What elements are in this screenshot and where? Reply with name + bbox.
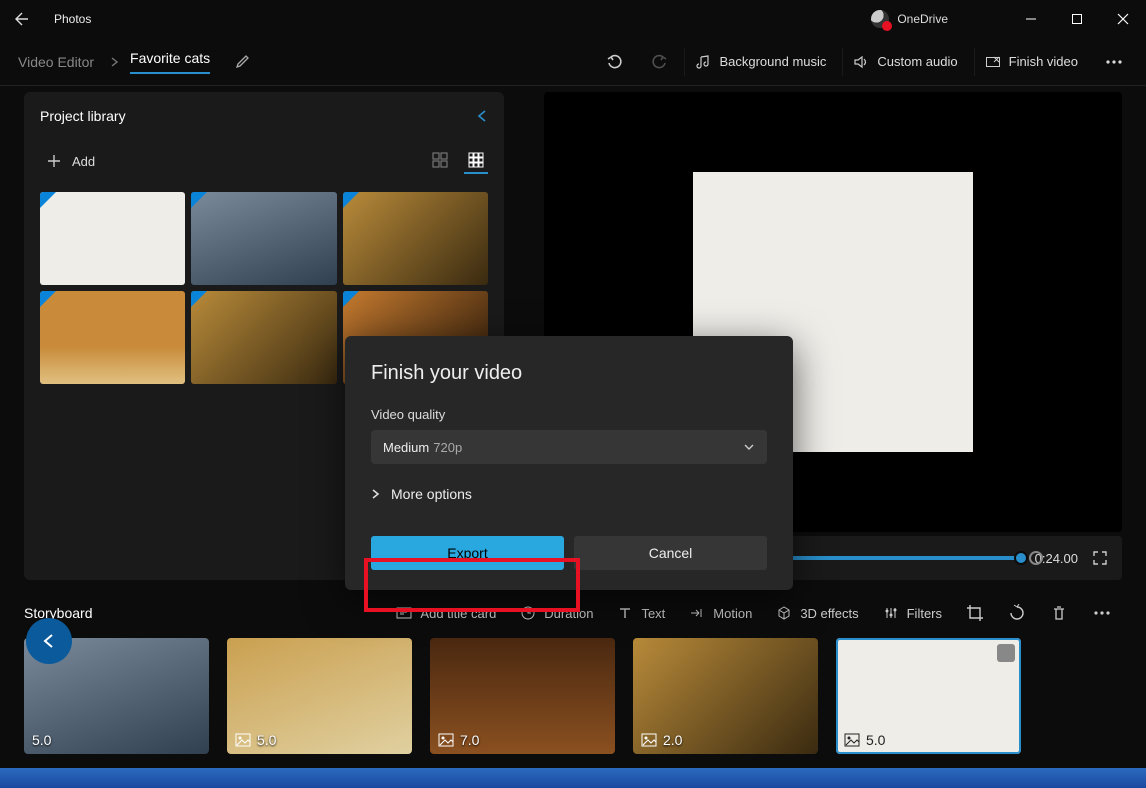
cancel-button[interactable]: Cancel (574, 536, 767, 570)
breadcrumb: Video Editor Favorite cats (12, 50, 252, 74)
more-button[interactable] (1094, 48, 1134, 76)
text-button[interactable]: Text (607, 599, 675, 627)
storyboard-title: Storyboard (24, 605, 92, 621)
image-icon (844, 732, 860, 748)
windows-taskbar[interactable] (0, 768, 1146, 788)
titlebar: Photos OneDrive (0, 0, 1146, 38)
view-large-button[interactable] (428, 148, 452, 174)
add-title-card-button[interactable]: Add title card (386, 599, 506, 627)
onedrive-label: OneDrive (897, 12, 948, 26)
more-options-toggle[interactable]: More options (371, 486, 767, 502)
3d-effects-button[interactable]: 3D effects (766, 599, 868, 627)
storyboard-panel: Storyboard Add title card Duration Text (24, 598, 1122, 768)
toolbar: Video Editor Favorite cats Background mu… (0, 38, 1146, 86)
minimize-button[interactable] (1008, 0, 1054, 38)
custom-audio-button[interactable]: Custom audio (842, 48, 967, 76)
delete-button[interactable] (1040, 598, 1078, 628)
rename-icon[interactable] (234, 53, 252, 71)
clip-checkbox[interactable] (997, 644, 1015, 662)
video-quality-select[interactable]: Medium720p (371, 430, 767, 464)
duration-button[interactable]: Duration (510, 599, 603, 627)
library-thumb[interactable] (343, 192, 488, 285)
crop-button[interactable] (956, 598, 994, 628)
storyboard-clip[interactable]: 5.0 (836, 638, 1021, 754)
breadcrumb-current[interactable]: Favorite cats (130, 50, 210, 74)
library-thumb[interactable] (191, 291, 336, 384)
video-quality-label: Video quality (371, 407, 767, 422)
breadcrumb-root[interactable]: Video Editor (12, 50, 100, 74)
back-button[interactable] (8, 5, 36, 33)
view-small-button[interactable] (464, 148, 488, 174)
project-library-title: Project library (40, 108, 126, 124)
chevron-right-icon (110, 57, 120, 67)
fullscreen-button[interactable] (1092, 550, 1108, 566)
filters-button[interactable]: Filters (873, 599, 952, 627)
storyboard-clip[interactable]: 2.0 (633, 638, 818, 754)
onedrive-status[interactable]: OneDrive (871, 10, 948, 28)
finish-video-button[interactable]: Finish video (974, 48, 1088, 76)
storyboard-prev-button[interactable] (26, 618, 72, 664)
library-thumb[interactable] (40, 192, 185, 285)
image-icon (438, 732, 454, 748)
image-icon (641, 732, 657, 748)
maximize-button[interactable] (1054, 0, 1100, 38)
slider-thumb[interactable] (1014, 551, 1028, 565)
add-media-button[interactable]: Add (40, 149, 101, 173)
image-icon (235, 732, 251, 748)
library-thumb[interactable] (191, 192, 336, 285)
close-button[interactable] (1100, 0, 1146, 38)
motion-button[interactable]: Motion (679, 599, 762, 627)
storyboard-clip[interactable]: 5.0 (227, 638, 412, 754)
background-music-button[interactable]: Background music (684, 48, 836, 76)
rotate-button[interactable] (998, 598, 1036, 628)
export-button[interactable]: Export (371, 536, 564, 570)
storyboard-more-button[interactable] (1082, 599, 1122, 627)
finish-video-dialog: Finish your video Video quality Medium72… (345, 336, 793, 590)
onedrive-icon (871, 10, 889, 28)
storyboard-clip[interactable]: 7.0 (430, 638, 615, 754)
redo-button[interactable] (640, 47, 678, 77)
undo-button[interactable] (596, 47, 634, 77)
dialog-title: Finish your video (371, 362, 767, 385)
slider-end-marker (1029, 551, 1043, 565)
chevron-down-icon (743, 441, 755, 453)
library-thumb[interactable] (40, 291, 185, 384)
collapse-library-button[interactable] (476, 110, 488, 122)
chevron-right-icon (371, 489, 381, 499)
app-title: Photos (54, 12, 91, 26)
